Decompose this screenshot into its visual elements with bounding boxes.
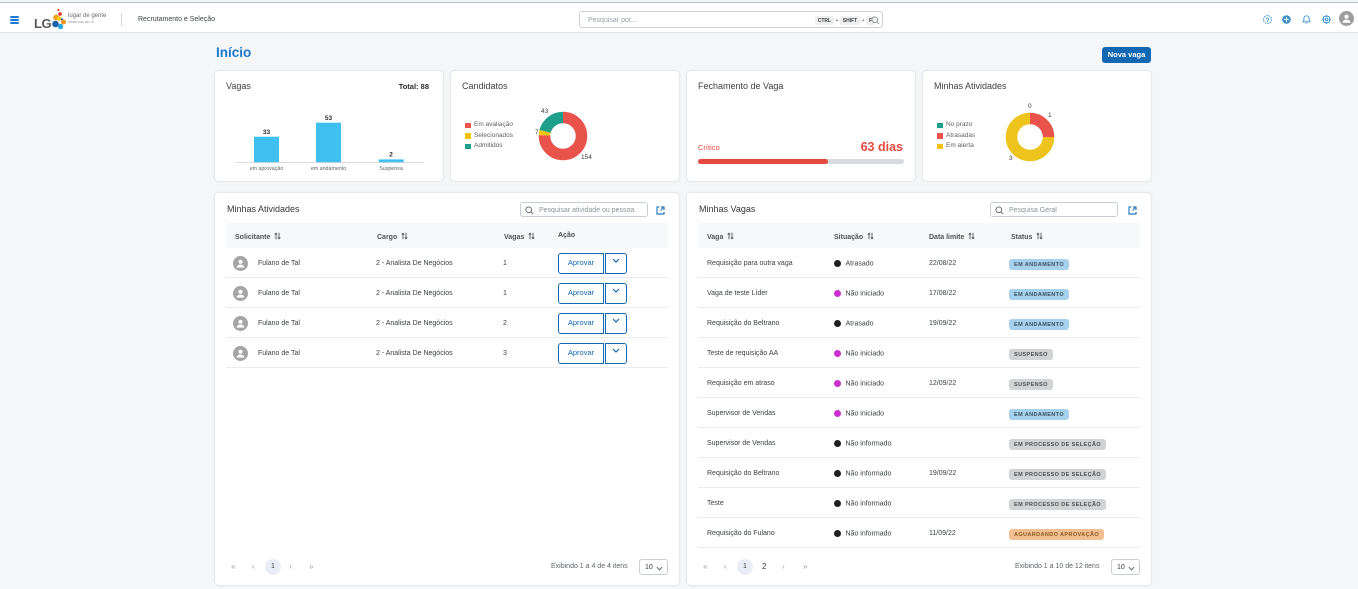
svg-text:33: 33 [263,129,271,136]
svg-text:2: 2 [389,152,393,159]
svg-text:53: 53 [325,115,333,122]
svg-text:Suspensa: Suspensa [379,166,403,172]
svg-text:em andamento: em andamento [311,166,346,172]
svg-text:?: ? [1266,17,1270,24]
svg-text:em aprovação: em aprovação [250,166,284,172]
